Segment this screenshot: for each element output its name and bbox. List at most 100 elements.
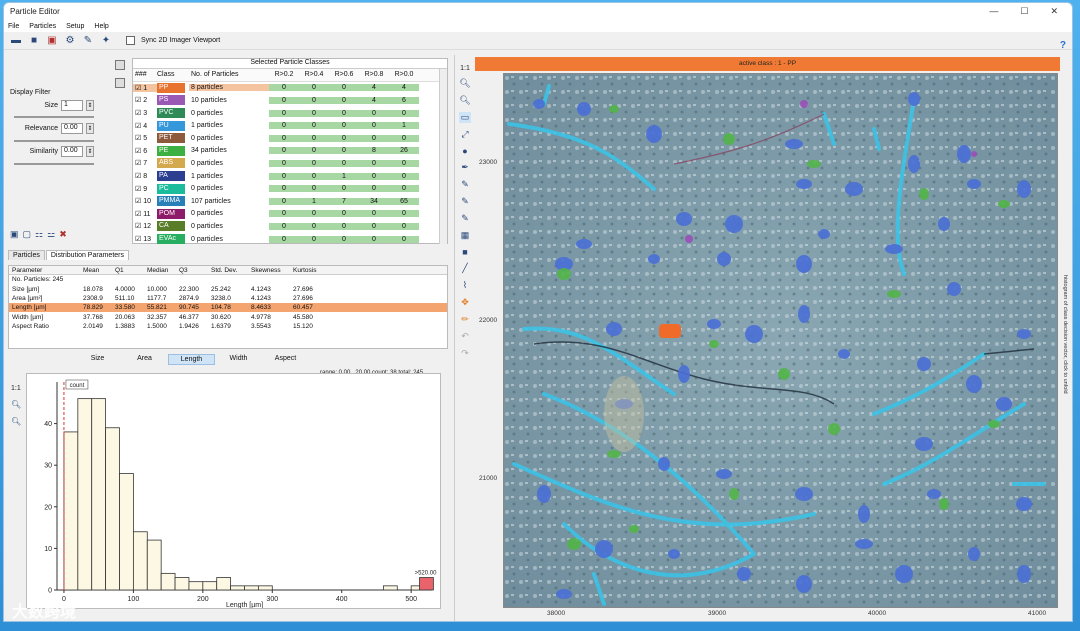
brush-add-icon[interactable]: ✎: [461, 179, 469, 190]
hist-tab-size[interactable]: Size: [74, 354, 121, 365]
particle-marker[interactable]: [533, 99, 545, 109]
particle-marker[interactable]: [988, 420, 1000, 428]
sync-viewport-checkbox[interactable]: [126, 36, 135, 45]
zoom-in-icon[interactable]: 🔍︎: [11, 400, 21, 409]
brush-remove-icon[interactable]: ✎: [461, 196, 469, 207]
particle-marker[interactable]: [845, 182, 863, 196]
relevance-slider[interactable]: [14, 140, 94, 142]
relevance-spin-button[interactable]: ⇕: [86, 123, 94, 134]
magic-wand-icon[interactable]: ✦: [100, 35, 112, 47]
particle-marker[interactable]: [895, 565, 913, 583]
particle-marker[interactable]: [678, 365, 690, 383]
particle-marker[interactable]: [1017, 180, 1031, 198]
size-slider[interactable]: [14, 116, 94, 118]
particle-marker[interactable]: [996, 397, 1012, 411]
class-row[interactable]: ☑ 6 PE 34 particles 0 0 0 8 26: [133, 145, 447, 158]
redo-icon[interactable]: ↷: [461, 348, 469, 359]
overlay-icon[interactable]: ▦: [461, 230, 470, 241]
tools-icon[interactable]: ✎: [82, 35, 94, 47]
class-row-number[interactable]: ☑ 3: [133, 109, 157, 117]
particle-marker[interactable]: [885, 244, 903, 254]
class-row[interactable]: ☑ 2 PS 10 particles 0 0 0 4 6: [133, 94, 447, 107]
merge-icon[interactable]: ⚏: [35, 229, 43, 240]
particle-marker[interactable]: [648, 254, 660, 264]
particle-marker[interactable]: [938, 217, 950, 231]
menu-help[interactable]: Help: [94, 23, 108, 30]
hist-tab-area[interactable]: Area: [121, 354, 168, 365]
particle-marker[interactable]: [537, 485, 551, 503]
class-row-number[interactable]: ☑ 8: [133, 172, 157, 180]
class-row[interactable]: ☑ 1 PP 8 particles 0 0 0 4 4: [133, 82, 447, 95]
class-select-all-button[interactable]: [115, 60, 125, 70]
zoom-reset-button[interactable]: 1:1: [460, 65, 470, 72]
class-row[interactable]: ☑ 8 PA 1 particles 0 0 1 0 0: [133, 170, 447, 183]
particle-marker[interactable]: [576, 239, 592, 249]
particle-marker[interactable]: [778, 368, 790, 380]
menu-file[interactable]: File: [8, 23, 19, 30]
particle-image-viewport[interactable]: [503, 73, 1058, 608]
minimize-button[interactable]: —: [989, 6, 998, 17]
particle-marker[interactable]: [838, 349, 850, 359]
class-row[interactable]: ☑ 7 ABS 0 particles 0 0 0 0 0: [133, 157, 447, 170]
class-row[interactable]: ☑ 11 POM 0 particles 0 0 0 0 0: [133, 208, 447, 221]
particle-marker[interactable]: [606, 322, 622, 336]
particle-marker[interactable]: [947, 282, 961, 296]
particle-marker[interactable]: [629, 525, 639, 533]
particle-marker[interactable]: [795, 487, 813, 501]
class-table-scrollbar[interactable]: [439, 69, 447, 244]
param-row[interactable]: Aspect Ratio 2.0149 1.3883 1.5000 1.9426 1.63…: [9, 322, 447, 331]
class-row-number[interactable]: ☑ 9: [133, 185, 157, 193]
particle-marker[interactable]: [1017, 329, 1031, 339]
menu-particles[interactable]: Particles: [29, 23, 56, 30]
class-row[interactable]: ☑ 4 PU 1 particles 0 0 0 0 1: [133, 119, 447, 132]
particle-marker[interactable]: [1017, 565, 1031, 583]
particle-marker[interactable]: [966, 375, 982, 393]
particle-marker[interactable]: [998, 200, 1010, 208]
particle-marker[interactable]: [927, 489, 941, 499]
particle-marker[interactable]: [658, 457, 670, 471]
select-icon[interactable]: ▣: [10, 229, 19, 240]
class-row-number[interactable]: ☑ 11: [133, 210, 157, 218]
eyedropper-icon[interactable]: ✒: [461, 162, 469, 173]
hist-zoom-reset-button[interactable]: 1:1: [11, 385, 21, 392]
particle-marker[interactable]: [908, 92, 920, 106]
help-icon[interactable]: ?: [1060, 40, 1066, 51]
param-row[interactable]: Area [µm²] 2308.9 511.10 1177.7 2874.9 3238.0…: [9, 294, 447, 303]
particle-marker[interactable]: [919, 188, 929, 200]
particle-marker[interactable]: [858, 505, 870, 523]
particle-marker[interactable]: [968, 547, 980, 561]
fill-icon[interactable]: ■: [462, 247, 467, 257]
param-row[interactable]: Length [µm] 78.829 33.580 55.821 90.745 104.7…: [9, 303, 447, 313]
class-row[interactable]: ☑ 12 CA 0 particles 0 0 0 0 0: [133, 220, 447, 233]
save-icon[interactable]: ■: [28, 35, 40, 47]
particle-marker[interactable]: [887, 290, 901, 298]
similarity-filter-input[interactable]: 0.00: [61, 146, 83, 157]
particle-marker[interactable]: [798, 305, 810, 323]
hist-tab-aspect[interactable]: Aspect: [262, 354, 309, 365]
particle-marker[interactable]: [707, 319, 721, 329]
particle-marker[interactable]: [939, 498, 949, 510]
class-row[interactable]: ☑ 10 PMMA 107 particles 0 1 7 34 65: [133, 195, 447, 208]
open-folder-icon[interactable]: ▬: [10, 35, 22, 47]
class-row-number[interactable]: ☑ 13: [133, 235, 157, 243]
zoom-out-icon[interactable]: 🔍︎: [11, 417, 21, 426]
particle-marker[interactable]: [709, 340, 719, 348]
hist-tab-width[interactable]: Width: [215, 354, 262, 365]
tab-particles[interactable]: Particles: [8, 250, 45, 260]
particle-marker[interactable]: [717, 252, 731, 266]
relevance-filter-input[interactable]: 0.00: [61, 123, 83, 134]
particle-marker[interactable]: [729, 488, 739, 500]
particle-marker[interactable]: [967, 179, 981, 189]
particle-marker[interactable]: [908, 155, 920, 173]
particle-marker[interactable]: [957, 145, 971, 163]
particle-marker[interactable]: [818, 229, 830, 239]
particle-marker[interactable]: [807, 160, 821, 168]
highlighted-pp-particle[interactable]: [659, 324, 681, 338]
particle-marker[interactable]: [567, 538, 581, 550]
class-row-number[interactable]: ☑ 4: [133, 122, 157, 130]
particle-marker[interactable]: [595, 540, 613, 558]
undo-icon[interactable]: ↶: [461, 331, 469, 342]
color-picker-icon[interactable]: ✏: [461, 314, 469, 325]
particle-marker[interactable]: [577, 102, 591, 116]
particle-marker[interactable]: [668, 549, 680, 559]
